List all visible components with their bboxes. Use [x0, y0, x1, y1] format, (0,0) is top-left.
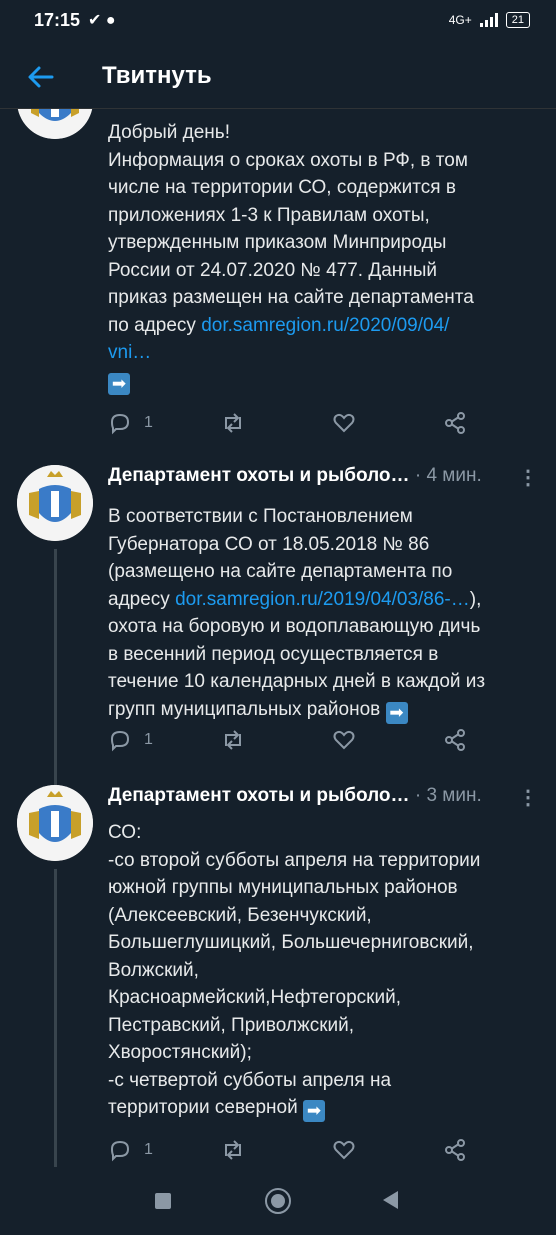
reply-icon [110, 730, 130, 752]
signal-icon [479, 13, 498, 27]
share-button[interactable] [443, 1135, 467, 1165]
like-icon [333, 413, 355, 433]
tweet-header: Департамент охоты и рыболо… · 3 мин. ⋮ [108, 785, 538, 810]
tweet-actions: 1 [108, 725, 468, 755]
system-nav-bar [0, 1167, 556, 1235]
more-options-icon[interactable]: ⋮ [518, 465, 538, 490]
retweet-button[interactable] [220, 725, 246, 755]
tweet-item[interactable]: Департамент охоты и рыболо… · 4 мин. ⋮ В… [0, 465, 556, 785]
share-button[interactable] [443, 725, 467, 755]
author-name[interactable]: Департамент охоты и рыболо… [108, 465, 410, 487]
reply-button[interactable]: 1 [108, 408, 153, 438]
coat-of-arms-icon [17, 785, 93, 861]
retweet-icon [225, 413, 241, 433]
share-button[interactable] [443, 408, 467, 438]
arrow-right-emoji-icon: ➡ [108, 372, 130, 395]
arrow-left-icon[interactable] [24, 60, 58, 94]
recent-apps-icon[interactable] [155, 1193, 171, 1209]
tweet-actions: 1 [108, 1135, 468, 1165]
page-title: Твитнуть [102, 62, 212, 89]
reply-icon [110, 413, 130, 435]
status-time: 17:15 [34, 10, 81, 30]
tweet-text: Добрый день! Информация о сроках охоты в… [108, 122, 474, 395]
thread-connector [54, 869, 57, 1167]
notification-icons: ✔ ● [88, 12, 116, 29]
battery-indicator: 21 [505, 12, 530, 28]
network-type: 4G+ [448, 13, 472, 27]
reply-button[interactable]: 1 [108, 1135, 153, 1165]
reply-count: 1 [144, 414, 153, 431]
like-icon [333, 730, 355, 750]
tweet-thread[interactable]: Добрый день! Информация о сроках охоты в… [0, 109, 556, 1167]
tweet-time: 4 мин. [426, 465, 482, 486]
home-icon[interactable] [265, 1188, 291, 1214]
share-icon [445, 412, 465, 434]
author-name[interactable]: Департамент охоты и рыболо… [108, 785, 410, 807]
tweet-link[interactable]: dor.samregion.ru/2019/04/03/86-… [175, 589, 470, 610]
tweet-link[interactable]: dor.samregion.ru/2020/09/04/ [201, 315, 449, 336]
avatar[interactable] [17, 109, 93, 139]
retweet-icon [225, 1140, 241, 1160]
reply-count: 1 [144, 731, 153, 748]
reply-button[interactable]: 1 [108, 725, 153, 755]
tweet-link-continued[interactable]: vni… [108, 342, 151, 363]
like-button[interactable] [332, 408, 356, 438]
tweet-header: Департамент охоты и рыболо… · 4 мин. ⋮ [108, 465, 538, 490]
avatar[interactable] [17, 465, 93, 541]
tweet-time: 3 мин. [426, 785, 482, 806]
tweet-text: СО: -со второй субботы апреля на террито… [108, 822, 481, 1122]
tweet-item[interactable]: Департамент охоты и рыболо… · 3 мин. ⋮ С… [0, 785, 556, 1167]
retweet-button[interactable] [220, 1135, 246, 1165]
retweet-button[interactable] [220, 408, 246, 438]
app-header: Твитнуть [0, 44, 556, 109]
avatar[interactable] [17, 785, 93, 861]
thread-connector [54, 549, 57, 785]
arrow-right-emoji-icon: ➡ [385, 701, 408, 724]
status-right: 4G+ 21 [449, 12, 530, 28]
reply-icon [110, 1140, 130, 1162]
like-icon [333, 1140, 355, 1160]
like-button[interactable] [332, 725, 356, 755]
more-options-icon[interactable]: ⋮ [518, 785, 538, 810]
like-button[interactable] [332, 1135, 356, 1165]
tweet-item[interactable]: Добрый день! Информация о сроках охоты в… [0, 109, 556, 449]
share-icon [445, 1139, 465, 1161]
tweet-text: В соответствии с Постановлением Губернат… [108, 506, 486, 724]
retweet-icon [225, 730, 241, 750]
arrow-right-emoji-icon: ➡ [302, 1100, 325, 1122]
back-triangle-icon[interactable] [383, 1191, 398, 1209]
tweet-actions: 1 [108, 408, 468, 438]
status-bar: 17:15 ✔ ● 4G+ 21 [0, 0, 556, 44]
coat-of-arms-icon [17, 465, 93, 541]
reply-count: 1 [144, 1141, 153, 1158]
share-icon [445, 729, 465, 751]
coat-of-arms-icon [17, 109, 93, 139]
